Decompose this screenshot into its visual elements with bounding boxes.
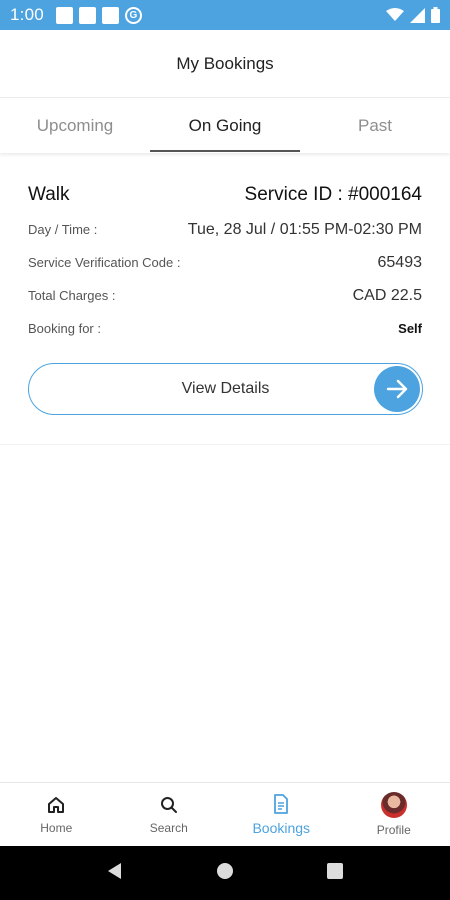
nav-home-label: Home: [40, 821, 73, 835]
search-icon: [158, 794, 180, 816]
system-nav-bar: [0, 846, 450, 900]
service-id: Service ID : #000164: [244, 184, 422, 205]
total-charges-label: Total Charges :: [28, 288, 116, 303]
nav-profile-label: Profile: [376, 823, 411, 837]
arrow-right-icon[interactable]: [374, 366, 420, 412]
page-title: My Bookings: [176, 53, 274, 73]
booking-for-label: Booking for :: [28, 321, 101, 336]
bottom-nav: Home Search Bookings Profile: [0, 782, 450, 846]
tab-on-going[interactable]: On Going: [150, 99, 300, 153]
document-icon: [270, 793, 292, 815]
booking-for-value: Self: [398, 321, 422, 336]
nav-home[interactable]: Home: [0, 783, 113, 846]
nav-profile[interactable]: Profile: [338, 783, 450, 846]
status-time: 1:00: [10, 5, 44, 24]
view-details-button[interactable]: View Details: [28, 363, 423, 415]
day-time-label: Day / Time :: [28, 222, 98, 237]
home-circle-icon[interactable]: [216, 862, 234, 885]
verification-code-label: Service Verification Code :: [28, 255, 181, 270]
nav-search-label: Search: [149, 821, 188, 835]
notification-icon: [78, 6, 96, 24]
notification-icon: [101, 6, 119, 24]
total-charges-value: CAD 22.5: [352, 286, 422, 304]
card-header: Walk Service ID : #000164: [28, 182, 422, 208]
nav-search[interactable]: Search: [113, 783, 226, 846]
recents-icon[interactable]: [326, 862, 344, 885]
app-header: My Bookings: [0, 30, 450, 98]
total-charges-row: Total Charges : CAD 22.5: [28, 279, 422, 312]
booking-card: Walk Service ID : #000164 Day / Time : T…: [0, 160, 450, 445]
back-icon[interactable]: [106, 862, 124, 885]
day-time-row: Day / Time : Tue, 28 Jul / 01:55 PM-02:3…: [28, 213, 422, 246]
tab-upcoming[interactable]: Upcoming: [0, 99, 150, 153]
status-bar: 1:00 G: [0, 0, 450, 30]
view-details-label: View Details: [181, 380, 270, 397]
nav-bookings-label: Bookings: [252, 820, 311, 836]
tab-past[interactable]: Past: [300, 99, 450, 153]
nav-bookings[interactable]: Bookings: [225, 783, 338, 846]
avatar: [380, 792, 407, 818]
service-name: Walk: [28, 184, 70, 205]
verification-code-row: Service Verification Code : 65493: [28, 246, 422, 279]
wifi-icon: [386, 8, 404, 21]
verification-code-value: 65493: [377, 253, 423, 271]
sync-icon: G: [124, 6, 142, 24]
battery-icon: [431, 7, 440, 23]
tab-bar: Upcoming On Going Past: [0, 99, 450, 153]
home-icon: [45, 794, 67, 816]
status-right: [386, 7, 440, 23]
notification-icon: [55, 6, 73, 24]
booking-for-row: Booking for : Self: [28, 312, 422, 345]
day-time-value: Tue, 28 Jul / 01:55 PM-02:30 PM: [187, 220, 422, 238]
signal-icon: [410, 7, 425, 23]
